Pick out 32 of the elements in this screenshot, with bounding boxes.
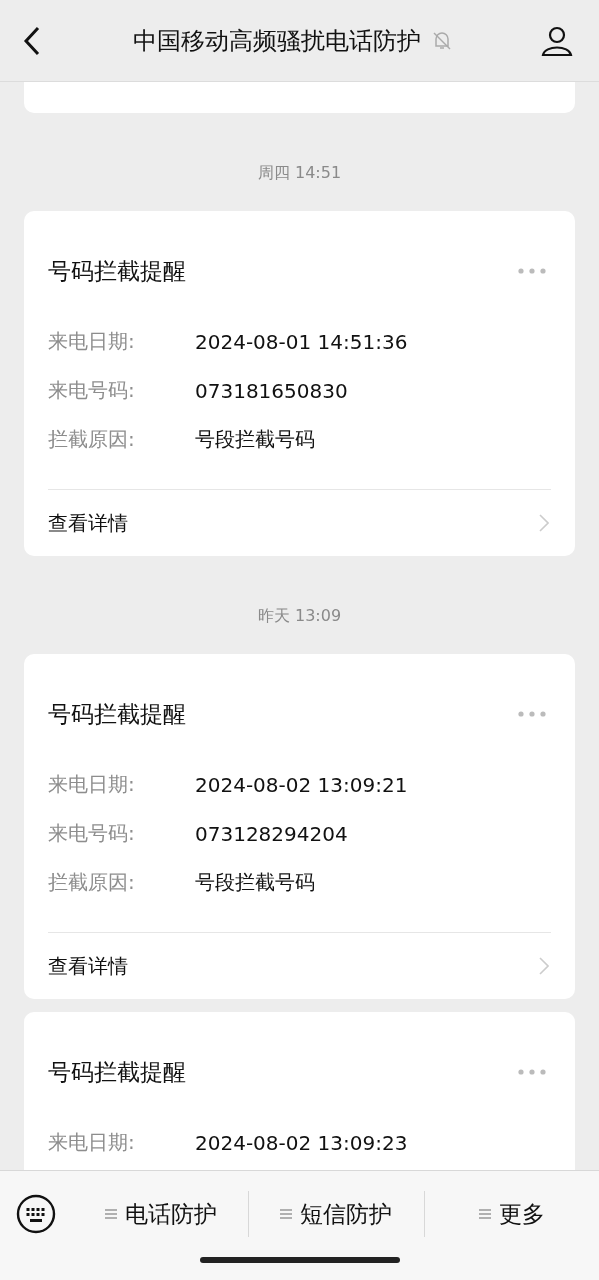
timestamp: 周四 14:51 (257, 163, 342, 183)
field-value: 2024-08-02 13:09:21 (195, 772, 408, 797)
field-label: 拦截原因: (48, 426, 136, 453)
menu-item[interactable]: 短信防护 (249, 1191, 424, 1237)
field-label: 来电日期: (48, 771, 136, 798)
field-value: 2024-08-01 14:51:36 (195, 329, 408, 354)
field-value: 073128294204 (195, 821, 348, 846)
keyboard-icon[interactable] (16, 1194, 56, 1234)
field-label: 来电号码: (48, 820, 136, 847)
timestamp: 昨天 13:09 (257, 606, 342, 626)
chevron-icon (539, 957, 549, 975)
field-value: 号段拦截号码 (195, 869, 315, 896)
card-title: 号码拦截提醒 (48, 699, 186, 729)
field-value: 2024-08-02 13:09:23 (195, 1130, 408, 1155)
menu-icon (105, 1208, 118, 1220)
person-icon[interactable] (541, 24, 573, 57)
field-label: 来电号码: (48, 377, 136, 404)
chevron-icon (539, 514, 549, 532)
field-label: 拦截原因: (48, 869, 136, 896)
field-label: 来电日期: (48, 328, 136, 355)
view-details-link[interactable]: 查看详情 (48, 952, 128, 980)
field-value: 号段拦截号码 (195, 426, 315, 453)
field-value: 073181650830 (195, 378, 348, 403)
menu-icon (280, 1208, 293, 1220)
menu-item[interactable]: 电话防护 (74, 1191, 249, 1237)
view-details-link[interactable]: 查看详情 (48, 509, 128, 537)
card-title: 号码拦截提醒 (48, 256, 186, 286)
menu-item[interactable]: 更多 (424, 1191, 599, 1237)
field-label: 来电日期: (48, 1129, 136, 1156)
card-title: 号码拦截提醒 (48, 1057, 186, 1087)
chat-title: 中国移动高频骚扰电话防护 (132, 25, 421, 57)
menu-icon (478, 1208, 491, 1220)
